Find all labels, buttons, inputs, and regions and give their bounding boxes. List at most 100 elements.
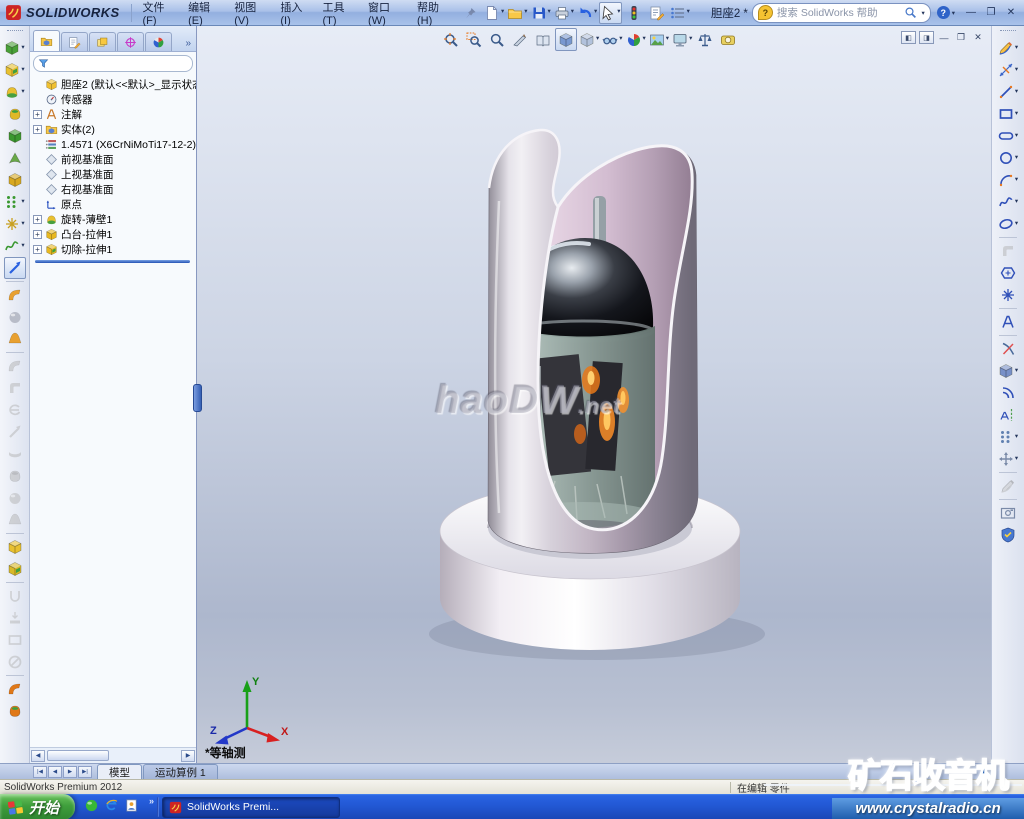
quick-launch-green-orb[interactable]	[84, 798, 99, 816]
doc-close-button[interactable]: ✕	[971, 32, 985, 44]
save-button[interactable]: ▾	[530, 2, 552, 24]
scroll-track[interactable]	[45, 750, 181, 761]
dropdown-caret[interactable]: ▾	[1015, 368, 1018, 375]
tab-nav-0[interactable]: |◀	[33, 766, 47, 778]
help-caret[interactable]: ▾	[952, 9, 955, 17]
panel-tab-overflow[interactable]: »	[183, 38, 193, 51]
panel-tab-propertymanager[interactable]	[61, 32, 88, 51]
doc-restore-button[interactable]: ❐	[954, 32, 968, 44]
dropdown-caret[interactable]: ▾	[21, 89, 24, 96]
new-document-button[interactable]: ▾	[483, 2, 505, 24]
options-button[interactable]: ▾	[669, 2, 691, 24]
search-icon[interactable]	[904, 6, 917, 19]
search-dropdown-caret[interactable]: ▾	[921, 9, 924, 17]
dropdown-caret[interactable]: ▾	[1015, 221, 1018, 228]
dropdown-caret[interactable]: ▾	[21, 243, 24, 250]
text-button[interactable]	[997, 311, 1019, 333]
tree-item-cut-extrude1[interactable]: +切除-拉伸1	[33, 242, 196, 257]
section-view-button[interactable]	[509, 28, 531, 51]
quick-launch-user-doc[interactable]	[124, 798, 139, 816]
dropdown-caret[interactable]: ▾	[1015, 434, 1018, 441]
tree-item-top-plane[interactable]: 上视基准面	[33, 167, 196, 182]
ellipse-button[interactable]: ▾	[997, 213, 1019, 235]
camera-button[interactable]	[997, 502, 1019, 524]
tree-item-origin[interactable]: 原点	[33, 197, 196, 212]
dropdown-caret[interactable]: ▾	[1015, 199, 1018, 206]
tab-nav-2[interactable]: ▶	[63, 766, 77, 778]
helix-spiral-button[interactable]: ▾	[3, 235, 25, 257]
start-button[interactable]: 开始	[0, 794, 75, 819]
assembly-visualization-button[interactable]	[694, 28, 716, 51]
tree-item-annotations[interactable]: +注解	[33, 107, 196, 122]
dropdown-caret[interactable]: ▾	[1015, 177, 1018, 184]
tree-item-revolve-thin1[interactable]: +旋转-薄壁1	[33, 212, 196, 227]
toolbar-grip[interactable]	[1000, 30, 1016, 34]
apply-scene-button[interactable]: ▾	[648, 28, 670, 51]
tree-item-material[interactable]: 1.4571 (X6CrNiMoTi17-12-2)	[33, 137, 196, 152]
chamfer-button[interactable]	[4, 306, 26, 328]
smart-component-button[interactable]	[4, 700, 26, 722]
reference-geometry-button[interactable]	[4, 536, 26, 558]
dropdown-caret[interactable]: ▾	[1015, 89, 1018, 96]
offset-entities-button[interactable]	[997, 382, 1019, 404]
zoom-to-fit-button[interactable]	[440, 28, 462, 51]
tree-filter-input[interactable]	[33, 55, 193, 72]
dropdown-caret[interactable]: ▾	[21, 199, 24, 206]
restore-button[interactable]: ❐	[983, 6, 999, 20]
dropdown-caret[interactable]: ▾	[501, 9, 504, 16]
dropdown-caret[interactable]: ▾	[21, 67, 24, 74]
lofted-boss-button[interactable]	[4, 147, 26, 169]
dropdown-caret[interactable]: ▾	[1015, 67, 1018, 74]
expand-toggle[interactable]: +	[33, 215, 42, 224]
dropdown-caret[interactable]: ▾	[1015, 133, 1018, 140]
dropdown-caret[interactable]: ▾	[689, 36, 692, 43]
taskbar-task-button[interactable]: SolidWorks Premi...	[162, 797, 340, 818]
undo-button[interactable]: ▾	[576, 2, 598, 24]
spline-button[interactable]: ▾	[997, 191, 1019, 213]
minimize-button[interactable]: —	[963, 6, 979, 20]
dropdown-caret[interactable]: ▾	[524, 9, 527, 16]
smart-dimension-button[interactable]: ▾	[997, 59, 1019, 81]
dropdown-caret[interactable]: ▾	[596, 36, 599, 43]
zoom-in-out-button[interactable]	[486, 28, 508, 51]
curves-button[interactable]	[4, 558, 26, 580]
move-entities-button[interactable]: ▾	[997, 448, 1019, 470]
expand-toggle[interactable]: +	[33, 245, 42, 254]
close-button[interactable]: ✕	[1003, 6, 1019, 20]
scroll-right-arrow[interactable]: ▶	[181, 750, 195, 762]
pushpin-icon[interactable]	[464, 6, 477, 20]
panel-tab-dimxpertmanager[interactable]	[117, 32, 144, 51]
file-properties-button[interactable]	[646, 2, 668, 24]
expand-toggle[interactable]: +	[33, 230, 42, 239]
measure-button[interactable]	[717, 28, 739, 51]
quick-launch-overflow[interactable]: »	[149, 796, 154, 806]
fastening-feature-button[interactable]	[4, 678, 26, 700]
corner-rectangle-button[interactable]: ▾	[997, 103, 1019, 125]
circle-button[interactable]: ▾	[997, 147, 1019, 169]
dropdown-caret[interactable]: ▾	[1015, 456, 1018, 463]
doc-minimize-button[interactable]: —	[937, 32, 951, 44]
instant3d-button[interactable]	[4, 257, 26, 279]
dropdown-caret[interactable]: ▾	[1015, 111, 1018, 118]
draft-button[interactable]	[4, 328, 26, 350]
toolbar-grip[interactable]	[7, 30, 23, 34]
tab-motion-study-1[interactable]: 运动算例 1	[143, 764, 218, 779]
dropdown-caret[interactable]: ▾	[571, 9, 574, 16]
extruded-cut-button[interactable]: ▾	[3, 59, 25, 81]
dropdown-caret[interactable]: ▾	[594, 9, 597, 16]
section-cut-button[interactable]	[532, 28, 554, 51]
dropdown-caret[interactable]: ▾	[643, 36, 646, 43]
dropdown-caret[interactable]: ▾	[666, 36, 669, 43]
select-button[interactable]: ▾	[599, 2, 621, 24]
help-button[interactable]: ? ▾	[937, 6, 955, 19]
zoom-to-area-button[interactable]	[463, 28, 485, 51]
curve-driven-pattern-button[interactable]: ▾	[3, 213, 25, 235]
polygon-button[interactable]	[997, 262, 1019, 284]
tree-item-right-plane[interactable]: 右视基准面	[33, 182, 196, 197]
convert-entities-button[interactable]: ▾	[997, 360, 1019, 382]
linear-pattern-button[interactable]: ▾	[3, 191, 25, 213]
dropdown-caret[interactable]: ▾	[1015, 45, 1018, 52]
scroll-thumb[interactable]	[47, 750, 109, 761]
dropdown-caret[interactable]: ▾	[21, 45, 24, 52]
tab-model[interactable]: 模型	[97, 764, 142, 779]
